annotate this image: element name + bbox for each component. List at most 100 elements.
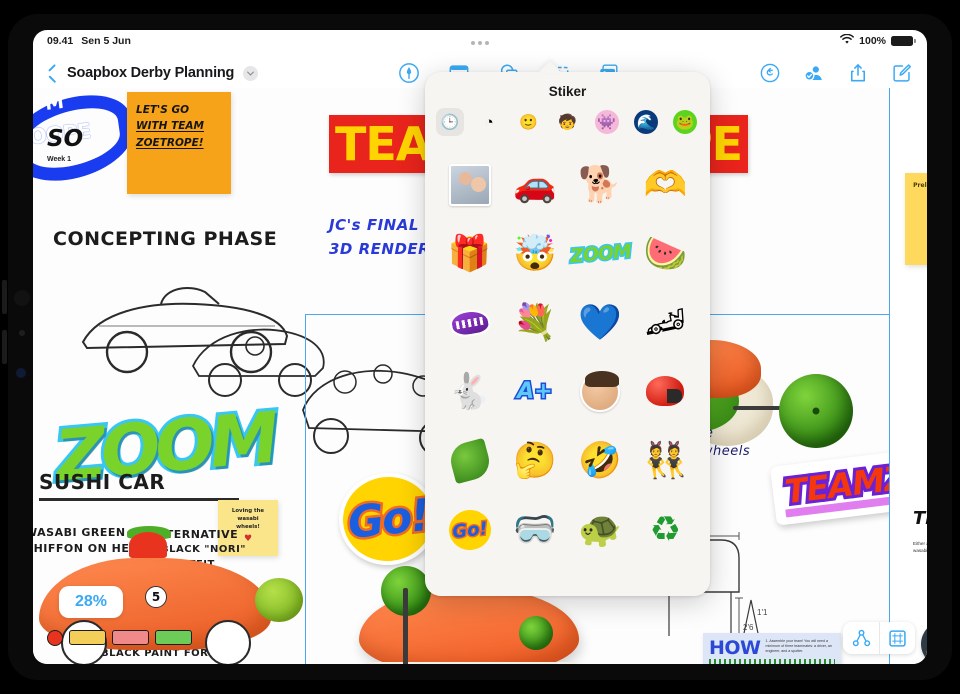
sticker-family-photo[interactable] <box>437 150 502 219</box>
render-sushi-rice <box>365 662 573 664</box>
swatch-red[interactable] <box>47 630 63 646</box>
battery-percent: 100% <box>859 35 886 47</box>
sticker-red-car[interactable]: 🚗 <box>502 150 567 219</box>
battery-icon <box>891 36 916 46</box>
sticker-red-helmet[interactable] <box>633 357 698 426</box>
sticker-category-row: 🕒 ◔ 🙂 🧒 👾 🌊 🐸 <box>425 108 710 146</box>
swatch-yellow[interactable] <box>69 630 106 645</box>
sticker-pack-blue-icon: 🌊 <box>633 110 658 134</box>
sticker-bouquet[interactable]: 💐 <box>502 288 567 357</box>
sticker-kid-photo-art <box>580 370 621 412</box>
sticker-rofl-emoji[interactable]: 🤣 <box>568 426 633 495</box>
status-date: Sen 5 Jun <box>81 35 131 47</box>
status-right: 100% <box>840 33 916 48</box>
sticker-a-plus[interactable]: A+ <box>502 357 567 426</box>
heading-concepting-phase: CONCEPTING PHASE <box>53 228 278 250</box>
flyer-line-1: HOW <box>709 637 761 659</box>
sticker-friends-photo-art: 👯 <box>643 441 688 480</box>
swatch-pink[interactable] <box>112 630 149 645</box>
sticker-go-text-art: Go! <box>446 507 493 552</box>
sticky-note-right[interactable]: Preliminary design meeting <box>905 173 927 265</box>
sticker-watermelon[interactable]: 🍉 <box>633 219 698 288</box>
right-board-week: Week 1 <box>47 156 71 163</box>
swatch-green[interactable] <box>155 630 192 645</box>
camera-icon <box>14 290 30 306</box>
node-graph-icon <box>852 629 870 646</box>
sticker-go-text[interactable]: Go! <box>437 495 502 564</box>
status-time: 09.41 <box>47 35 74 47</box>
sticker-mind-blown-memoji-art: 🤯 <box>513 234 557 273</box>
sticker-heart-hands-art: 🫶 <box>643 165 688 204</box>
sticker-disguise-art: 🥽 <box>513 510 557 549</box>
back-chevron-icon[interactable] <box>47 64 58 82</box>
sticker-bouquet-art: 💐 <box>513 303 557 342</box>
volume-down-button[interactable] <box>2 330 7 364</box>
sticker-watermelon-art: 🍉 <box>643 234 688 273</box>
multitasking-handle[interactable] <box>471 41 489 45</box>
sticker-category-stickers[interactable]: ◔ <box>475 108 503 136</box>
sticker-popover: Stiker 🕒 ◔ 🙂 🧒 👾 🌊 🐸 🚗 🐕 🫶 🎁 🤯 ZOOM 🍉 💐 💙 🏎 🐇 A+ 🤔 🤣 👯 Go! 🥽 🐢 ♻ <box>425 72 710 596</box>
sticker-category-pack-pink[interactable]: 👾 <box>593 108 621 136</box>
memoji-icon: 🧒 <box>558 113 577 131</box>
sticker-kid-photo[interactable] <box>568 357 633 426</box>
sticker-girl-memoji-art: 🤔 <box>513 441 557 480</box>
emoji-smile-icon: 🙂 <box>518 113 538 131</box>
illustration-driver-helmet <box>129 532 167 558</box>
sticker-dog[interactable]: 🐕 <box>568 150 633 219</box>
sticker-category-emoji[interactable]: 🙂 <box>514 108 542 136</box>
sticker-zoom-text[interactable]: ZOOM <box>567 219 633 288</box>
sticker-category-pack-blue[interactable]: 🌊 <box>632 108 660 136</box>
right-board-title: SO <box>47 126 84 152</box>
undo-button[interactable] <box>759 62 781 84</box>
sticker-friends-photo[interactable]: 👯 <box>633 426 698 495</box>
sticker-mind-blown-memoji[interactable]: 🤯 <box>502 219 567 288</box>
share-button[interactable] <box>847 62 869 84</box>
sticker-turtle-art: 🐢 <box>578 510 622 549</box>
sticker-monstera-leaf-art <box>446 437 493 484</box>
connector-tool[interactable] <box>843 622 879 654</box>
sticker-category-recents[interactable]: 🕒 <box>436 108 464 136</box>
sticker-monstera-leaf[interactable] <box>437 426 502 495</box>
flyer-note-1: 1. Assemble your team! You will need a m… <box>765 639 832 654</box>
sticker-zoom-text-art: ZOOM <box>567 238 633 268</box>
toolbar-actions <box>759 62 913 84</box>
toolbar-left: Soapbox Derby Planning <box>47 64 259 82</box>
compose-button[interactable] <box>891 62 913 84</box>
ipad-screen: 09.41 Sen 5 Jun 100% Soapbox Derby Plann… <box>33 30 927 664</box>
sticker-peel-icon: ◔ <box>484 113 494 131</box>
sticker-recycle[interactable]: ♻ <box>633 495 698 564</box>
sticker-heart-hands[interactable]: 🫶 <box>633 150 698 219</box>
how-to-enter-flyer: HOW 1. Assemble your team! You will need… <box>703 633 841 664</box>
chevron-down-icon[interactable] <box>243 65 259 81</box>
sticker-rabbit-art: 🐇 <box>447 372 492 411</box>
render-axle <box>403 588 408 664</box>
sticker-rabbit[interactable]: 🐇 <box>437 357 502 426</box>
popover-arrow <box>538 61 562 73</box>
collaborate-button[interactable] <box>803 62 825 84</box>
sticker-monster-mouth[interactable] <box>437 288 502 357</box>
label-nori: BLACK "NORI" <box>161 544 247 555</box>
sticker-flaming-car[interactable]: 🏎 <box>633 288 698 357</box>
sticky-line-2: WITH TEAM <box>136 120 205 133</box>
sticker-blue-heart[interactable]: 💙 <box>568 288 633 357</box>
volume-up-button[interactable] <box>2 280 7 314</box>
sticker-disguise[interactable]: 🥽 <box>502 495 567 564</box>
sticky-line-3: ZOETROPE! <box>136 136 204 149</box>
sticker-girl-memoji[interactable]: 🤔 <box>502 426 567 495</box>
grid-tool[interactable] <box>879 622 915 654</box>
popover-title: Stiker <box>548 84 587 99</box>
sticker-pack-pink-icon: 👾 <box>594 110 619 134</box>
label-sushi-car: SUSHI CAR <box>39 470 166 494</box>
sticky-note-orange[interactable]: LET'S GO WITH TEAM ZOETROPE! <box>127 92 231 194</box>
sticker-turtle[interactable]: 🐢 <box>568 495 633 564</box>
sticker-flaming-car-art: 🏎 <box>639 298 692 347</box>
ink-tool[interactable] <box>398 62 420 84</box>
zoom-level-badge[interactable]: 28% <box>59 586 124 618</box>
sticker-gift[interactable]: 🎁 <box>437 219 502 288</box>
sticker-category-pack-green[interactable]: 🐸 <box>671 108 699 136</box>
sticker-monster-mouth-art <box>447 306 492 339</box>
sticker-gift-art: 🎁 <box>447 234 492 273</box>
sticker-category-memoji[interactable]: 🧒 <box>553 108 581 136</box>
sensor-icon <box>19 330 25 336</box>
sticky-line-1: LET'S GO <box>136 104 190 116</box>
